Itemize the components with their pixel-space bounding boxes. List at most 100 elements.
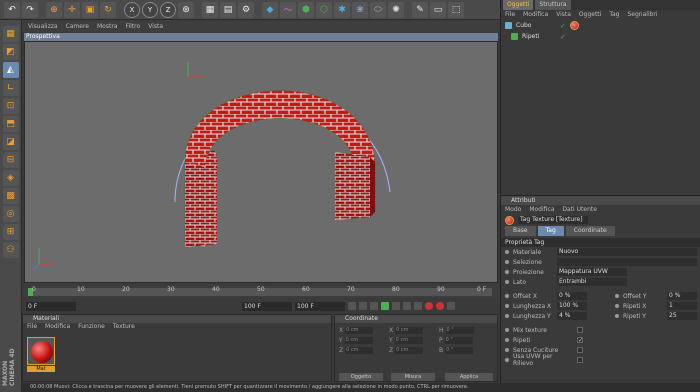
polygons-mode-icon[interactable]: ◪ [2,134,19,150]
menu-oggetti[interactable]: Oggetti [579,10,601,20]
play-icon[interactable] [381,302,389,310]
seamless-checkbox[interactable] [577,347,583,353]
x-axis-button[interactable]: X [124,1,140,18]
length-y-field[interactable]: 4 % [557,312,587,320]
menu-file[interactable]: File [27,323,37,331]
edit-mode-icon[interactable]: ▦ [2,26,19,42]
menu-texture[interactable]: Texture [113,323,135,331]
next-frame-icon[interactable] [392,302,400,310]
texture-mode-icon[interactable]: ◭ [2,62,19,78]
menu-vista[interactable]: Vista [556,10,571,20]
light-icon[interactable]: ✺ [388,1,404,18]
axis-mode-icon[interactable]: ∟ [2,80,19,96]
tab-base[interactable]: Base [505,226,536,236]
menu-modifica[interactable]: Modifica [523,10,548,20]
scale-icon[interactable]: ▣ [82,1,98,18]
rot-p-field[interactable]: 0 ° [444,337,473,344]
size-y-field[interactable]: 0 cm [394,337,423,344]
uvw-bump-checkbox[interactable] [577,357,583,363]
repeat-x-field[interactable]: 1 [667,302,697,310]
deformer-icon[interactable]: ✱ [334,1,350,18]
material-thumbnail[interactable] [27,337,55,365]
repeat-y-field[interactable]: 25 [667,312,697,320]
nurbs-icon[interactable]: ⬢ [298,1,314,18]
magnet-icon[interactable]: ◎ [2,206,19,222]
prev-frame-icon[interactable] [370,302,378,310]
prev-key-icon[interactable] [359,302,367,310]
end-frame-field[interactable]: 100 F [295,301,345,311]
world-icon[interactable]: ⊛ [178,1,194,18]
mix-texture-checkbox[interactable] [577,327,583,333]
menu-mostra[interactable]: Mostra [97,23,117,30]
render-settings-icon[interactable]: ⚙ [238,1,254,18]
apply-button[interactable]: Applica [445,373,493,381]
repeat-checkbox[interactable]: ✓ [577,337,583,344]
render-icon[interactable]: ▤ [220,1,236,18]
goto-end-icon[interactable] [414,302,422,310]
pos-x-field[interactable]: 0 cm [345,327,374,334]
3d-viewport[interactable] [24,41,498,283]
y-axis-button[interactable]: Y [142,1,158,18]
rot-b-field[interactable]: 0 ° [445,347,474,354]
texture-tag-icon[interactable] [569,21,579,30]
length-x-field[interactable]: 100 % [557,302,587,310]
redo-icon[interactable]: ↷ [22,1,38,18]
object-row-cubo[interactable]: Cubo ✓ [501,20,700,31]
lock-icon[interactable]: ⬚ [448,1,464,18]
menu-camere[interactable]: Camere [66,23,89,30]
menu-visualizza[interactable]: Visualizza [28,23,58,30]
material-field[interactable]: Nuovo [557,248,697,256]
record-icon[interactable] [425,302,433,310]
coordinate-mode-dropdown[interactable]: Oggetto [339,373,383,381]
move-icon[interactable]: ✛ [64,1,80,18]
goto-start-icon[interactable] [348,302,356,310]
object-row-ripeti[interactable]: Ripeti ✓ [501,31,700,42]
menu-modifica[interactable]: Modifica [529,205,554,214]
visibility-check-icon[interactable]: ✓ [560,22,566,30]
projection-dropdown[interactable]: Mappatura UVW [557,268,627,276]
lock-workplane-icon[interactable]: ⚇ [2,242,19,258]
keyframe-icon[interactable] [447,302,455,310]
scene-icon[interactable]: ❀ [352,1,368,18]
edges-mode-icon[interactable]: ⬒ [2,116,19,132]
side-dropdown[interactable]: Entrambi [557,278,627,286]
menu-filtro[interactable]: Filtro [125,23,140,30]
start-frame-field[interactable]: 0 F [26,301,76,311]
menu-modifica[interactable]: Modifica [45,323,70,331]
array-icon[interactable]: ⬡ [316,1,332,18]
model-mode-icon[interactable]: ◩ [2,44,19,60]
render-view-icon[interactable]: ▦ [202,1,218,18]
offset-x-field[interactable]: 0 % [557,292,587,300]
timeline[interactable]: 0 10 20 30 40 50 60 70 80 90 0 F [22,284,500,298]
snap-icon[interactable]: ◈ [2,170,19,186]
menu-modo[interactable]: Modo [505,205,521,214]
rot-h-field[interactable]: 0 ° [445,327,474,334]
checker-icon[interactable]: ▩ [2,188,19,204]
pos-z-field[interactable]: 0 cm [345,347,374,354]
layout-icon[interactable]: ▭ [430,1,446,18]
spline-icon[interactable]: 〜 [280,1,296,18]
cube-icon[interactable]: ◆ [262,1,278,18]
points-mode-icon[interactable]: ⊡ [2,98,19,114]
size-x-field[interactable]: 0 cm [395,327,424,334]
size-mode-dropdown[interactable]: Misura [391,373,435,381]
tab-struttura[interactable]: Struttura [535,0,571,10]
current-frame-field[interactable]: 100 F [242,301,292,311]
menu-file[interactable]: File [505,10,515,20]
menu-vista[interactable]: Vista [148,23,163,30]
menu-dati-utente[interactable]: Dati Utente [562,205,597,214]
visibility-check-icon[interactable]: ✓ [560,33,566,41]
menu-tag[interactable]: Tag [609,10,619,20]
pos-y-field[interactable]: 0 cm [344,337,373,344]
grid-icon[interactable]: ⊞ [2,224,19,240]
offset-y-field[interactable]: 0 % [667,292,697,300]
camera-icon[interactable]: ✎ [412,1,428,18]
selection-field[interactable] [557,258,697,266]
menu-segnalibri[interactable]: Segnalibri [628,10,658,20]
tab-tag[interactable]: Tag [537,226,564,236]
environment-icon[interactable]: ⬭ [370,1,386,18]
rotate-icon[interactable]: ↻ [100,1,116,18]
tab-oggetti[interactable]: Oggetti [503,0,534,10]
size-z-field[interactable]: 0 cm [395,347,424,354]
tab-coordinate[interactable]: Coordinate [565,226,615,236]
